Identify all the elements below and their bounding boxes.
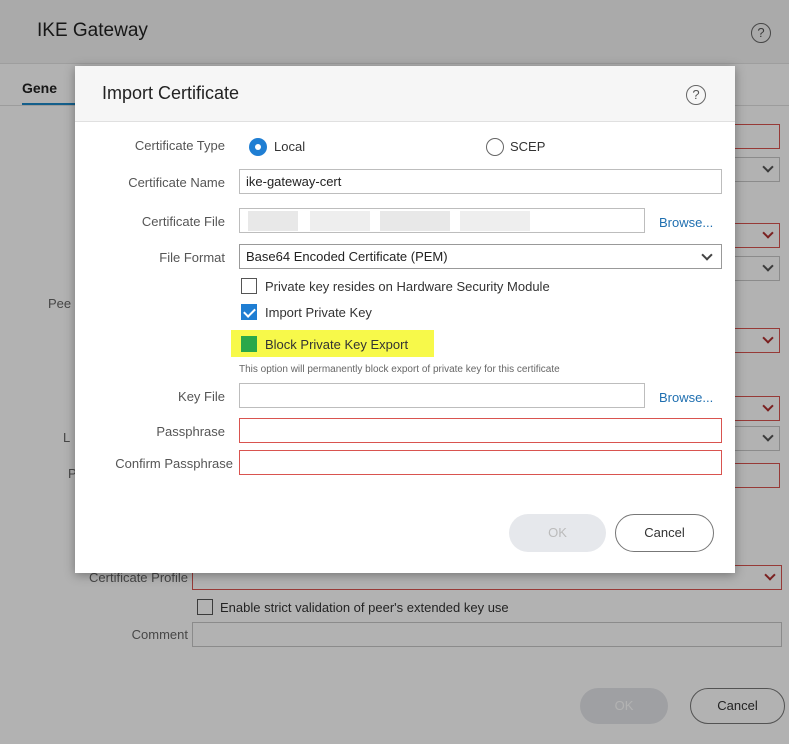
passphrase-label: Passphrase — [156, 424, 225, 439]
certificate-file-browse-link[interactable]: Browse... — [659, 215, 713, 230]
dialog-header: Import Certificate ? — [75, 66, 735, 122]
import-private-key-checkbox[interactable] — [241, 304, 257, 320]
local-radio-label: Local — [274, 139, 306, 154]
certificate-file-label: Certificate File — [141, 214, 225, 229]
redacted-filename — [248, 211, 298, 231]
help-icon[interactable]: ? — [686, 85, 706, 105]
hsm-label: Private key resides on Hardware Security… — [265, 279, 550, 294]
certificate-name-label: Certificate Name — [128, 175, 225, 190]
key-file-browse-link[interactable]: Browse... — [659, 390, 713, 405]
redacted-filename — [380, 211, 450, 231]
block-private-key-export-label: Block Private Key Export — [265, 337, 409, 352]
scep-radio-label: SCEP — [510, 139, 546, 154]
redacted-filename — [460, 211, 530, 231]
confirm-passphrase-input[interactable] — [239, 450, 722, 475]
import-private-key-label: Import Private Key — [265, 305, 372, 320]
block-private-key-export-checkbox[interactable] — [241, 336, 257, 352]
file-format-select[interactable]: Base64 Encoded Certificate (PEM) — [239, 244, 722, 269]
certificate-type-label: Certificate Type — [134, 138, 225, 153]
file-format-label: File Format — [159, 250, 225, 265]
ok-button[interactable]: OK — [509, 514, 606, 552]
passphrase-input[interactable] — [239, 418, 722, 443]
chevron-down-icon — [701, 249, 713, 261]
local-radio[interactable] — [249, 138, 267, 156]
confirm-passphrase-label: Confirm Passphrase — [115, 456, 233, 471]
block-export-hint: This option will permanently block expor… — [239, 364, 560, 375]
key-file-label: Key File — [178, 389, 225, 404]
hsm-checkbox[interactable] — [241, 278, 257, 294]
certificate-name-input[interactable]: ike-gateway-cert — [239, 169, 722, 194]
key-file-input[interactable] — [239, 383, 645, 408]
cancel-button[interactable]: Cancel — [615, 514, 714, 552]
redacted-filename — [310, 211, 370, 231]
file-format-value: Base64 Encoded Certificate (PEM) — [246, 249, 448, 264]
import-certificate-dialog: Import Certificate ? Certificate Type Lo… — [75, 66, 735, 573]
dialog-title: Import Certificate — [102, 83, 240, 103]
scep-radio[interactable] — [486, 138, 504, 156]
certificate-file-input[interactable] — [239, 208, 645, 233]
